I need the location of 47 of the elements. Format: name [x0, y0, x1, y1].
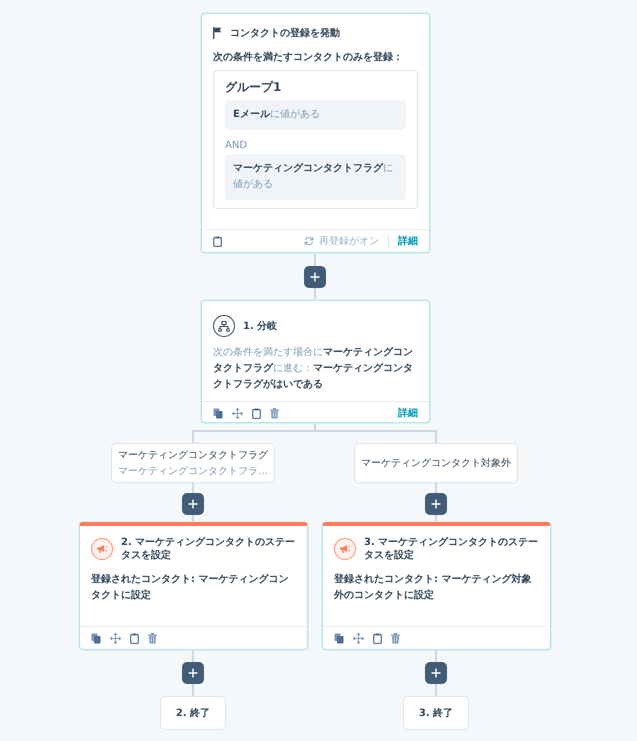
- condition-text: Eメールに値がある: [225, 100, 406, 130]
- plus-icon: [431, 668, 441, 678]
- plus-icon: [188, 668, 198, 678]
- branch-title: 1. 分岐: [243, 320, 278, 333]
- clipboard-icon[interactable]: [213, 236, 222, 246]
- reenroll-status: 再登録がオン: [319, 235, 379, 248]
- flag-icon: [213, 27, 222, 39]
- trash-icon[interactable]: [148, 632, 157, 644]
- plus-icon: [188, 499, 198, 509]
- branch-label[interactable]: マーケティングコンタクト対象外: [354, 443, 518, 483]
- operator-label: AND: [225, 140, 248, 151]
- branch-description: 次の条件を満たす場合にマーケティングコンタクトフラグに進む：マーケティングコンタクトフラグがはいである: [213, 346, 414, 392]
- move-icon[interactable]: [110, 632, 121, 644]
- copy-icon[interactable]: [213, 408, 223, 418]
- action-title: 3. マーケティングコンタクトのステータスを設定: [364, 536, 539, 562]
- clipboard-icon[interactable]: [130, 632, 139, 644]
- plus-icon: [431, 499, 441, 509]
- add-step-button[interactable]: [425, 662, 447, 684]
- move-icon[interactable]: [232, 408, 243, 418]
- add-step-button[interactable]: [304, 266, 326, 288]
- clipboard-icon[interactable]: [373, 632, 382, 644]
- end-node: 3. 終了: [403, 696, 469, 730]
- move-icon[interactable]: [353, 632, 364, 644]
- megaphone-icon: [91, 538, 113, 560]
- branch-icon: [213, 315, 235, 337]
- branch-label[interactable]: マーケティングコンタクトフラグ マーケティングコンタクトフラ…: [111, 443, 275, 483]
- clipboard-icon[interactable]: [252, 408, 261, 418]
- copy-icon[interactable]: [334, 632, 344, 644]
- end-node: 2. 終了: [160, 696, 226, 730]
- copy-icon[interactable]: [91, 632, 101, 644]
- action-title: 2. マーケティングコンタクトのステータスを設定: [121, 536, 296, 562]
- add-step-button[interactable]: [182, 662, 204, 684]
- details-link[interactable]: 詳細: [398, 406, 418, 420]
- trash-icon[interactable]: [270, 408, 279, 418]
- action-description: 登録されたコンタクト: マーケティング対象外のコンタクトに設定: [334, 572, 532, 603]
- refresh-icon: [304, 236, 314, 246]
- trigger-subtitle: 次の条件を満たすコンタクトのみを登録：: [213, 50, 404, 64]
- add-step-button[interactable]: [425, 493, 447, 515]
- trigger-title: コンタクトの登録を発動: [230, 26, 340, 40]
- action-description: 登録されたコンタクト: マーケティングコンタクトに設定: [91, 572, 290, 603]
- add-step-button[interactable]: [182, 493, 204, 515]
- trash-icon[interactable]: [391, 632, 400, 644]
- details-link[interactable]: 詳細: [398, 234, 418, 248]
- plus-icon: [310, 272, 320, 282]
- group-title: グループ1: [225, 79, 282, 96]
- megaphone-icon: [334, 538, 356, 560]
- condition-text: マーケティングコンタクトフラグに値がある: [225, 154, 406, 200]
